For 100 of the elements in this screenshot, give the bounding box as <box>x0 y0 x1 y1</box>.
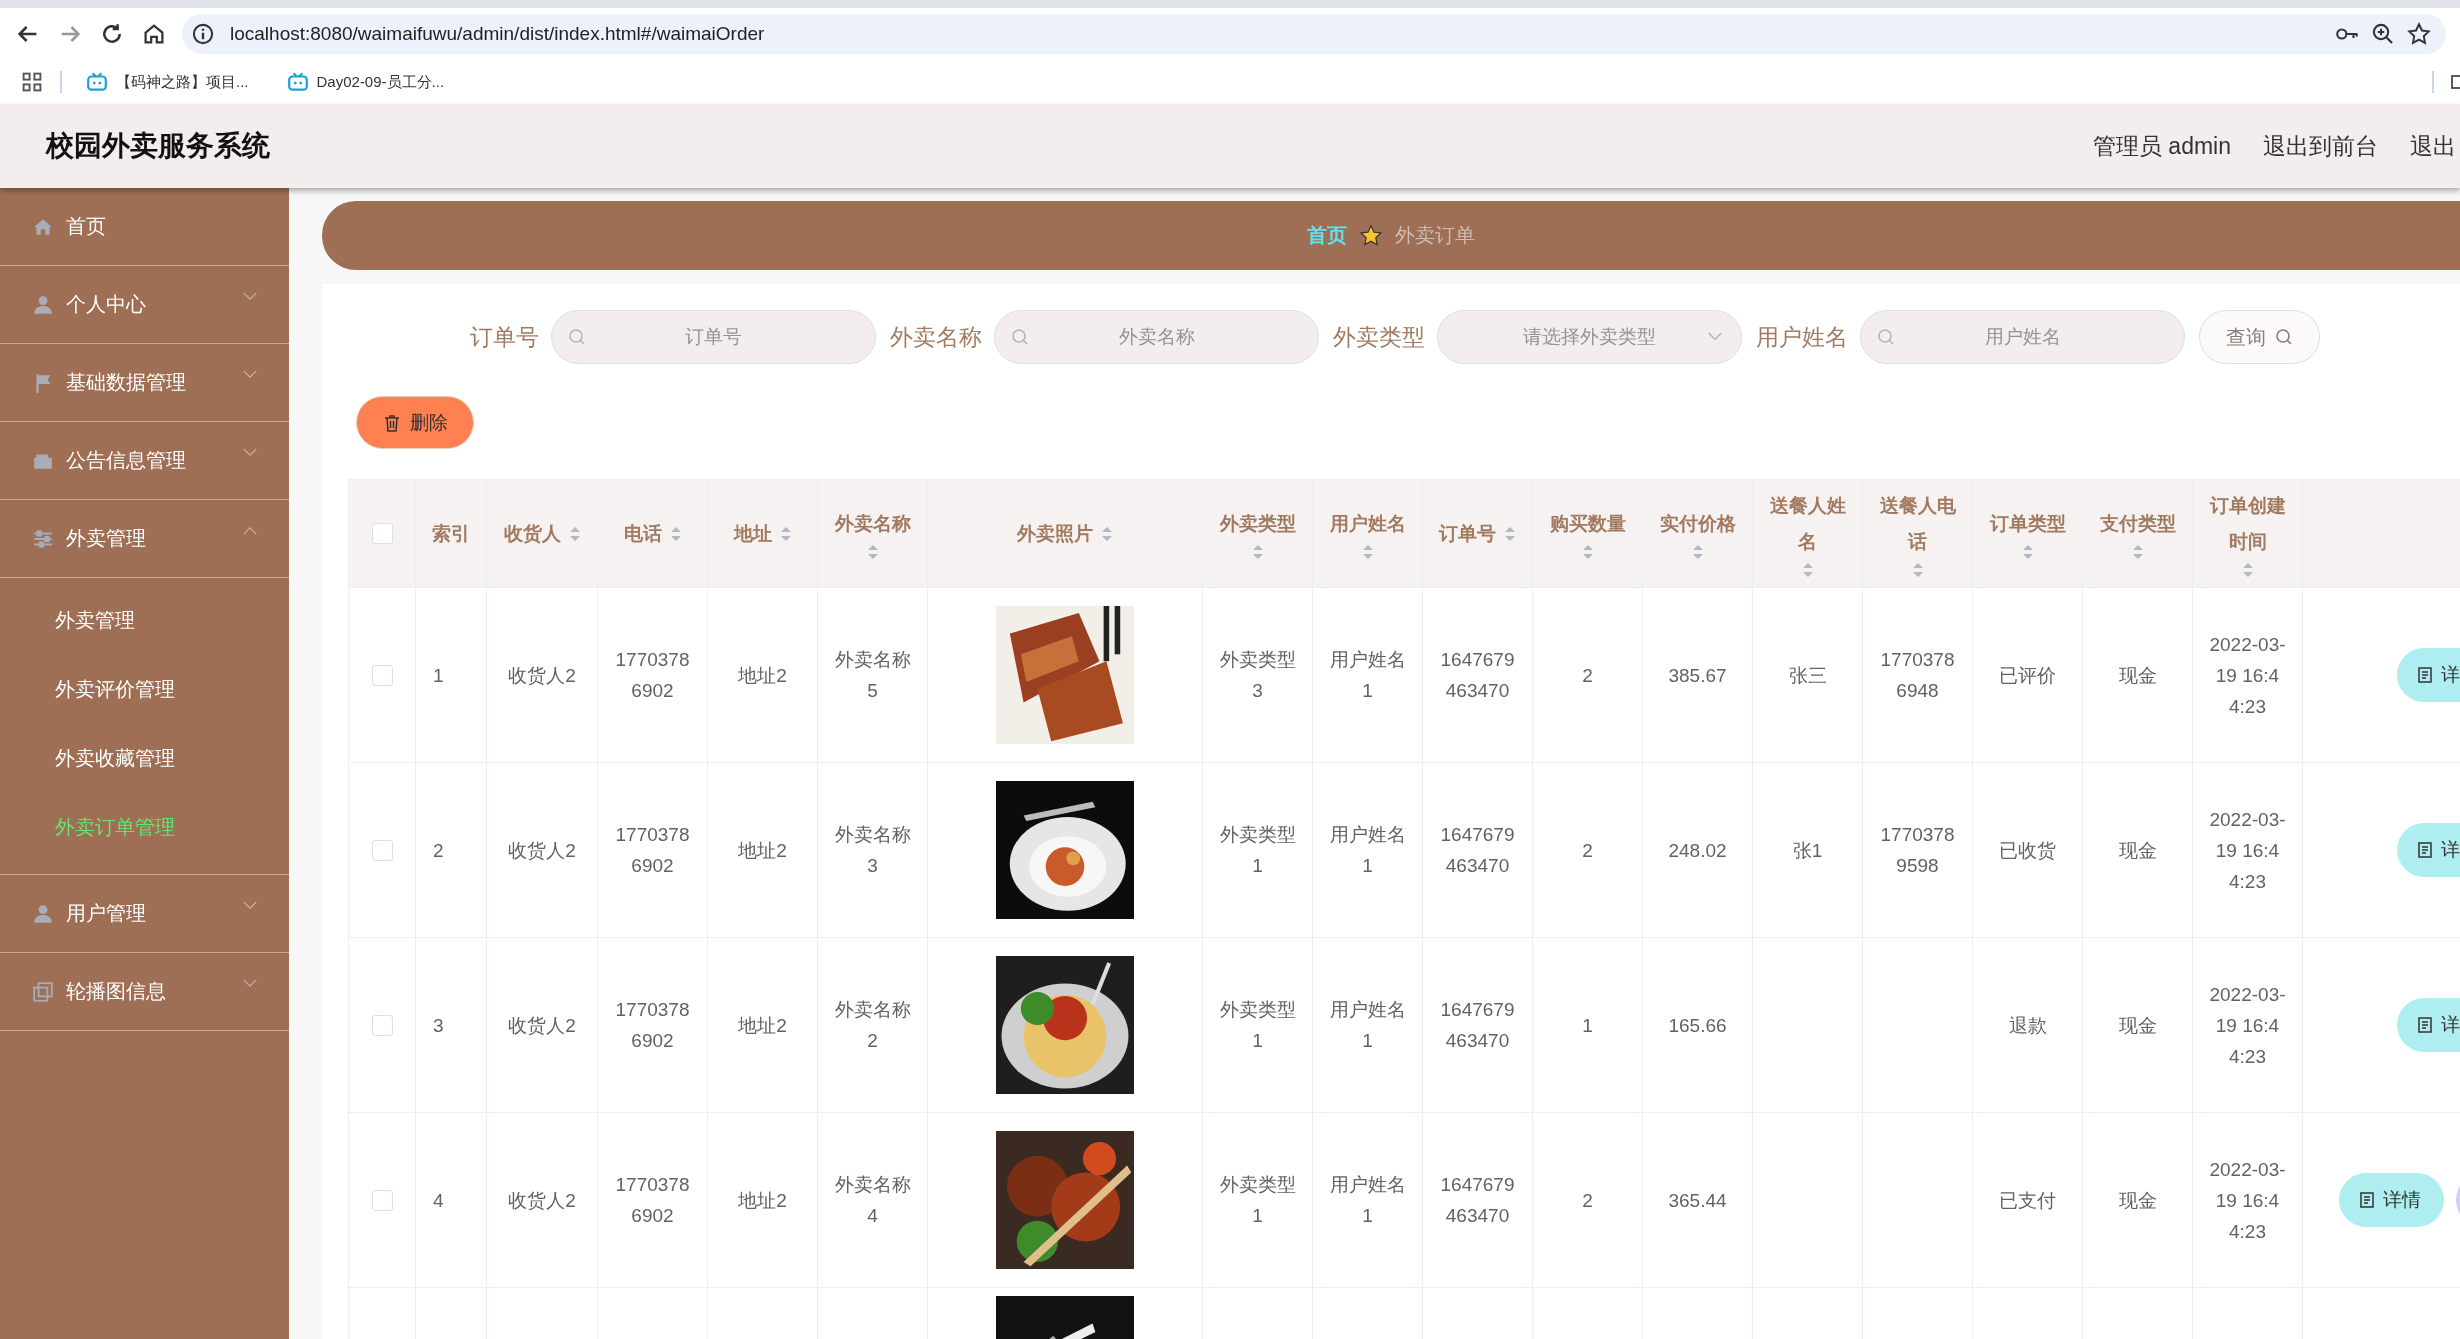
table-cell-text: 现金 <box>2118 663 2157 688</box>
copy-icon <box>32 980 54 1003</box>
table-cell-text: 2 <box>433 838 444 863</box>
field-label: 外卖类型 <box>1333 322 1425 352</box>
folder-icon[interactable] <box>2450 72 2460 92</box>
app-title: 校园外卖服务系统 <box>46 129 270 163</box>
table-cell-text: 17703789598 <box>1879 823 1956 878</box>
row-checkbox[interactable] <box>371 1189 393 1211</box>
table-cell-text: 地址2 <box>738 1013 787 1038</box>
chevron-icon <box>241 369 259 380</box>
table-cell-text: 1647679463470 <box>1439 823 1516 878</box>
table-cell-text: 张三 <box>1788 663 1827 688</box>
delete-button[interactable]: 删除 <box>356 396 474 449</box>
apps-icon[interactable] <box>20 70 44 94</box>
table-cell-text: 已支付 <box>1999 1188 2056 1213</box>
search-field[interactable]: 订单号 <box>551 310 876 364</box>
column-header: 订单类型 <box>1989 511 2066 536</box>
column-header: 实付价格 <box>1659 511 1736 536</box>
table-cell-text: 17703786902 <box>614 648 691 703</box>
column-header: 订单号 <box>1439 521 1496 546</box>
column-header: 电话 <box>623 521 662 546</box>
bookmark-link[interactable]: Day02-09-员工分... <box>316 72 445 92</box>
table-cell-text: 248.02 <box>1668 838 1727 863</box>
chevron-icon <box>241 291 259 302</box>
table-cell-text: 已评价 <box>1999 663 2056 688</box>
tv-icon[interactable] <box>86 71 108 93</box>
search-field[interactable]: 外卖名称 <box>994 310 1319 364</box>
column-header: 收货人 <box>503 521 561 546</box>
address-bar[interactable]: localhost:8080/waimaifuwu/admin/dist/index.html#/waimaiOrder <box>182 14 2446 54</box>
chevron-icon <box>1706 331 1724 342</box>
row-checkbox[interactable] <box>371 1014 393 1036</box>
document-icon <box>2415 665 2435 685</box>
zoom-icon[interactable] <box>2370 21 2396 47</box>
star-icon[interactable] <box>2406 21 2432 47</box>
table-cell-text: 2 <box>1582 838 1593 863</box>
search-field[interactable]: 用户姓名 <box>1860 310 2185 364</box>
table-cell-text: 1647679463470 <box>1439 648 1516 703</box>
person-icon <box>32 293 54 316</box>
table-cell-text: 外卖名称4 <box>834 1173 911 1228</box>
table-cell-text: 地址2 <box>738 838 787 863</box>
column-header: 送餐人姓名 <box>1769 493 1846 554</box>
table-cell-text: 用户姓名1 <box>1329 998 1406 1053</box>
column-header: 送餐人电话 <box>1879 493 1956 554</box>
row-checkbox[interactable] <box>371 839 393 861</box>
table-cell-text: 地址2 <box>738 663 787 688</box>
table-cell-text: 收货人2 <box>508 1013 576 1038</box>
header-link[interactable]: 退出 <box>2410 130 2456 162</box>
header-link[interactable]: 管理员 admin <box>2092 130 2231 162</box>
row-checkbox[interactable] <box>371 664 393 686</box>
table-cell-text: 165.66 <box>1668 1013 1727 1038</box>
field-label: 用户姓名 <box>1756 322 1848 352</box>
search-button[interactable]: 查询 <box>2199 310 2320 364</box>
table-cell-text: 张1 <box>1792 838 1823 863</box>
tv-icon[interactable] <box>286 71 309 93</box>
bookmark-link[interactable]: 【码神之路】项目... <box>116 72 249 92</box>
table-cell-text: 用户姓名1 <box>1329 823 1406 878</box>
document-icon <box>2415 840 2435 860</box>
table-cell-text: 用户姓名1 <box>1329 648 1406 703</box>
document-icon <box>2357 1190 2377 1210</box>
details-button[interactable]: 详情 <box>2339 1173 2444 1227</box>
details-button[interactable]: 详 <box>2397 648 2460 702</box>
column-header: 外卖照片 <box>1017 521 1093 546</box>
person-icon <box>32 902 54 925</box>
search-icon <box>2273 327 2294 347</box>
info-icon[interactable] <box>190 21 216 47</box>
breadcrumb-link[interactable]: 首页 <box>1307 222 1347 249</box>
field-label: 外卖名称 <box>890 322 982 352</box>
star-icon <box>1359 223 1383 248</box>
table-cell-text: 2022-03-19 16:44:23 <box>2209 632 2286 719</box>
trash-icon <box>382 412 402 433</box>
sliders-icon <box>32 527 54 550</box>
submenu-item[interactable]: 外卖订单管理 <box>0 793 289 862</box>
select-field[interactable]: 请选择外卖类型 <box>1437 310 1742 364</box>
table-cell-text: 外卖名称5 <box>834 648 911 703</box>
table-cell-text: 现金 <box>2118 1188 2157 1213</box>
column-header: 索引 <box>432 521 470 546</box>
submenu-item[interactable]: 外卖管理 <box>0 586 289 655</box>
table-cell-text: 外卖类型1 <box>1219 1173 1296 1228</box>
table-cell-text: 2022-03-19 16:44:23 <box>2209 982 2286 1069</box>
table-cell-text: 2 <box>1582 663 1593 688</box>
search-icon <box>1876 327 1896 347</box>
submenu-item[interactable]: 外卖收藏管理 <box>0 724 289 793</box>
table-cell-text: 3 <box>433 1013 444 1038</box>
table-cell-text: 4 <box>433 1188 444 1213</box>
table-cell-text: 17703786948 <box>1879 648 1956 703</box>
table-cell-text: 外卖类型1 <box>1219 823 1296 878</box>
search-icon <box>1010 327 1030 347</box>
submenu-item[interactable]: 外卖评价管理 <box>0 655 289 724</box>
column-header: 地址 <box>733 521 772 546</box>
table-cell-text: 2022-03-19 16:44:23 <box>2209 1157 2286 1244</box>
table-cell-text: 退款 <box>2008 1013 2047 1038</box>
details-button[interactable]: 详 <box>2397 823 2460 877</box>
table-cell-text: 1647679463470 <box>1439 998 1516 1053</box>
table-cell-text: 17703786902 <box>614 1173 691 1228</box>
header-link[interactable]: 退出到前台 <box>2263 130 2378 162</box>
details-button[interactable]: 详 <box>2397 998 2460 1052</box>
table-cell-text: 2022-03-19 16:44:23 <box>2209 807 2286 894</box>
select-all-checkbox[interactable] <box>371 523 393 544</box>
column-header: 订单创建时间 <box>2209 493 2286 554</box>
table-cell-text: 外卖名称3 <box>834 823 911 878</box>
